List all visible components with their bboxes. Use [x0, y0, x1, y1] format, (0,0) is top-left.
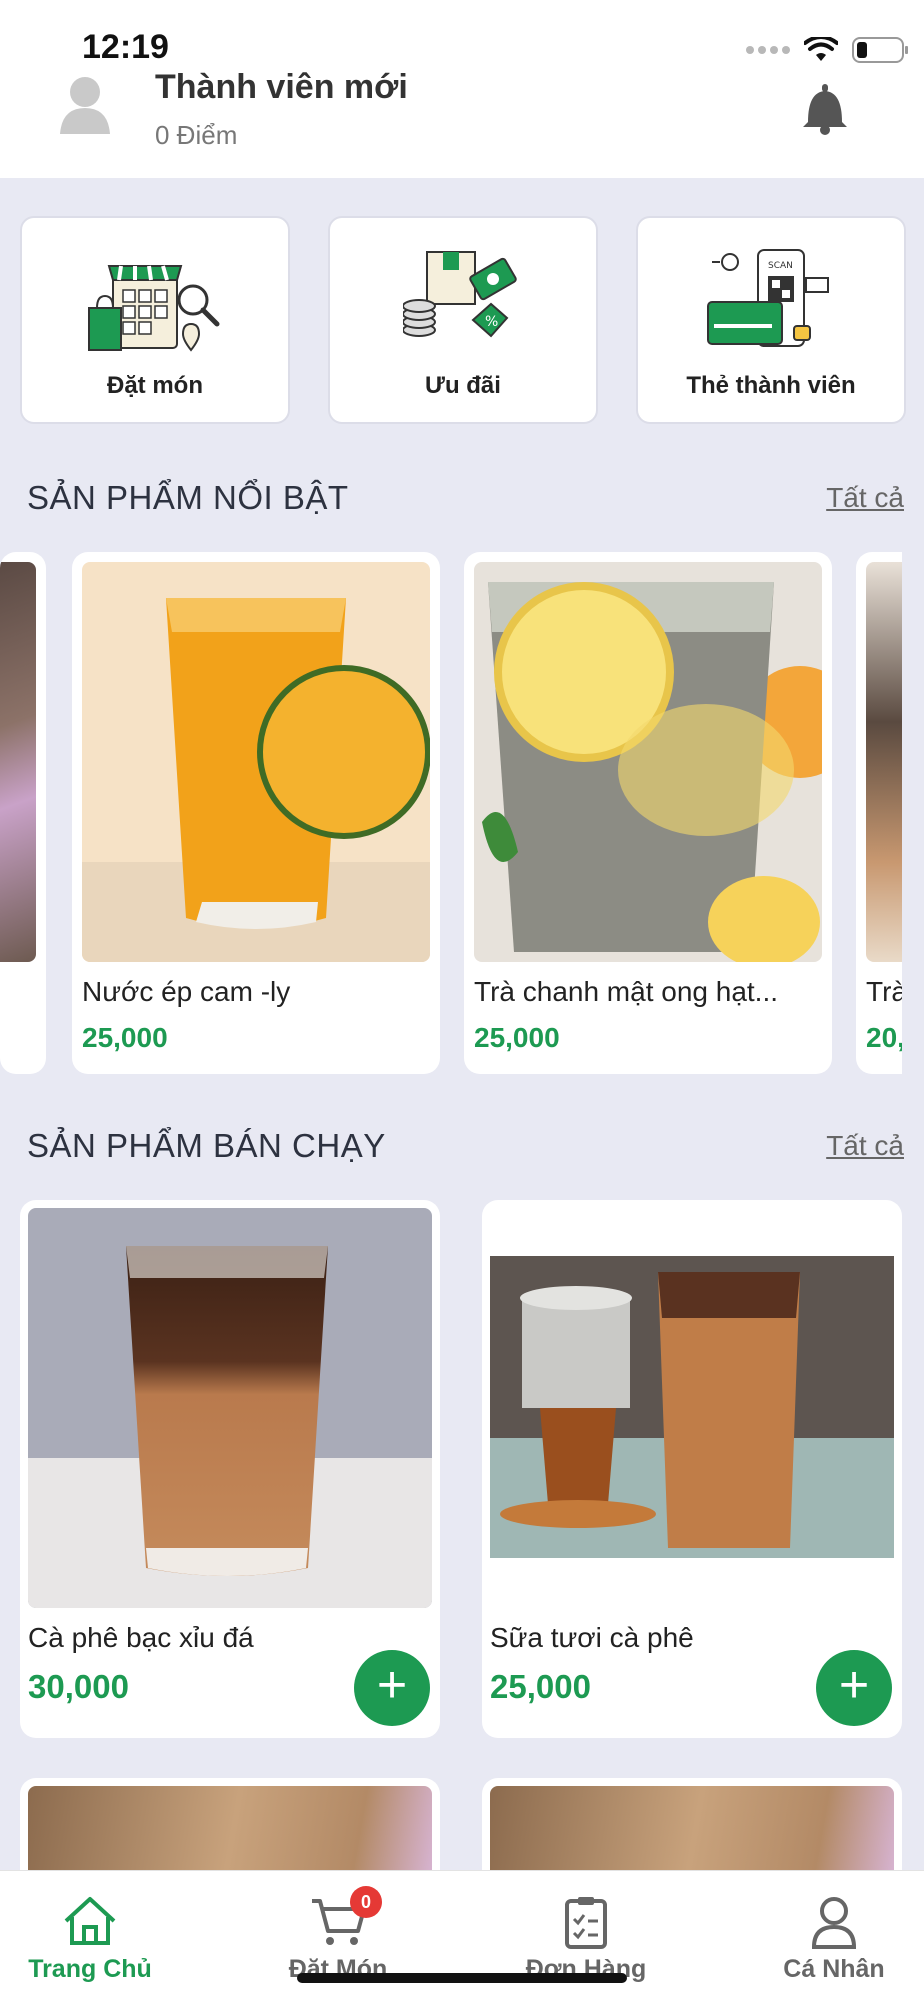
bell-icon[interactable]	[800, 82, 850, 136]
add-to-cart-button[interactable]: +	[816, 1650, 892, 1726]
store-icon	[88, 265, 220, 352]
avatar-icon[interactable]	[58, 74, 112, 134]
product-image-orange-juice	[82, 562, 430, 962]
product-price: 20,	[866, 1022, 902, 1053]
best-sellers-see-all-link[interactable]: Tất cả	[826, 1130, 904, 1162]
best-seller-card[interactable]: Sữa tươi cà phê 25,000 +	[482, 1200, 902, 1738]
status-icons	[746, 30, 910, 70]
nav-home[interactable]: Trang Chủ	[0, 1871, 180, 2000]
product-name: Sữa tươi cà phê	[490, 1622, 694, 1653]
shortcut-promotion[interactable]: % Ưu đãi	[328, 216, 598, 424]
product-price: 30,000	[28, 1668, 129, 1705]
product-image-lemon-chia-tea	[474, 562, 822, 962]
person-icon	[811, 1897, 857, 1949]
product-name: Cà phê bạc xỉu đá	[28, 1622, 254, 1653]
clipboard-icon	[565, 1897, 607, 1949]
user-name[interactable]: Thành viên mới	[155, 68, 408, 107]
member-card-icon: SCAN	[707, 249, 829, 347]
featured-card[interactable]: Trà chanh mật ong hạt... 25,000	[464, 552, 832, 1074]
product-name: Trà chanh mật ong hạt...	[474, 976, 779, 1007]
product-image	[866, 562, 902, 962]
product-price: 25,000	[474, 1022, 560, 1053]
signal-icon	[746, 46, 790, 54]
add-to-cart-button[interactable]: +	[354, 1650, 430, 1726]
featured-section-title: SẢN PHẨM NỔI BẬT	[27, 479, 349, 516]
app-header: 12:19 Thành viên mới 0 Điểm	[0, 0, 924, 178]
product-image-bac-xiu	[28, 1208, 432, 1608]
nav-profile[interactable]: Cá Nhân	[744, 1871, 924, 2000]
featured-card[interactable]: Nước ép cam -ly 25,000	[72, 552, 440, 1074]
status-time: 12:19	[82, 28, 169, 66]
nav-profile-label: Cá Nhân	[783, 1955, 885, 1983]
product-image	[0, 562, 36, 962]
shortcut-promotion-label: Ưu đãi	[425, 372, 501, 399]
shortcut-member-card-label: Thẻ thành viên	[686, 372, 856, 399]
product-image-milk-coffee	[490, 1208, 894, 1608]
svg-text:SCAN: SCAN	[768, 261, 793, 271]
product-name: Nước ép cam -ly	[82, 976, 291, 1007]
featured-card-partial-left[interactable]	[0, 552, 46, 1074]
shortcut-order[interactable]: Đặt món	[20, 216, 290, 424]
product-price: 25,000	[490, 1668, 591, 1705]
battery-icon	[852, 37, 908, 63]
featured-see-all-link[interactable]: Tất cả	[826, 482, 904, 514]
best-seller-card[interactable]: Cà phê bạc xỉu đá 30,000 +	[20, 1200, 440, 1738]
plus-icon: +	[838, 1656, 870, 1714]
best-sellers-section-title: SẢN PHẨM BÁN CHẠY	[27, 1127, 386, 1164]
shortcut-order-label: Đặt món	[107, 372, 203, 399]
wifi-icon	[804, 37, 838, 61]
plus-icon: +	[376, 1656, 408, 1714]
svg-text:%: %	[485, 314, 498, 330]
cart-count-badge: 0	[350, 1886, 382, 1918]
featured-card-partial-right[interactable]: Trà 20,	[856, 552, 902, 1074]
product-price: 25,000	[82, 1022, 168, 1053]
nav-home-label: Trang Chủ	[28, 1955, 152, 1983]
product-name: Trà	[866, 976, 902, 1007]
home-icon	[64, 1897, 116, 1945]
promotion-icon: %	[403, 251, 517, 338]
home-indicator[interactable]	[297, 1973, 627, 1983]
user-points: 0 Điểm	[155, 120, 238, 150]
shortcut-member-card[interactable]: SCAN Thẻ thành viên	[636, 216, 906, 424]
